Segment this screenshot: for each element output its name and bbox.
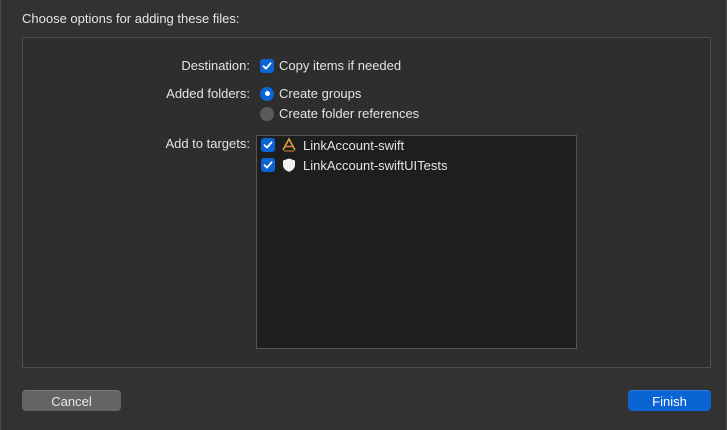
target-label: LinkAccount-swift <box>303 137 405 153</box>
target-row-linkaccount-swift[interactable]: LinkAccount-swift <box>261 137 404 153</box>
dialog-title: Choose options for adding these files: <box>22 11 240 26</box>
finish-button[interactable]: Finish <box>628 390 711 411</box>
target-label: LinkAccount-swiftUITests <box>303 157 448 173</box>
create-groups-label: Create groups <box>279 86 362 101</box>
target-checkbox[interactable] <box>261 158 275 172</box>
target-checkbox[interactable] <box>261 138 275 152</box>
copy-items-checkbox[interactable] <box>260 58 274 73</box>
create-folder-references-radio[interactable] <box>260 106 274 121</box>
create-folder-references-label: Create folder references <box>279 106 420 121</box>
checkmark-icon <box>263 161 273 169</box>
copy-items-label: Copy items if needed <box>279 58 402 73</box>
target-row-linkaccount-swiftuitests[interactable]: LinkAccount-swiftUITests <box>261 157 448 173</box>
added-folders-label: Added folders: <box>166 86 250 101</box>
copy-items-option[interactable]: Copy items if needed <box>260 58 401 73</box>
app-target-icon <box>281 137 297 153</box>
targets-list[interactable]: LinkAccount-swift LinkAccount-swiftUITes… <box>256 135 577 349</box>
add-files-sheet: Choose options for adding these files: D… <box>0 0 727 430</box>
checkmark-icon <box>263 141 273 149</box>
add-to-targets-label: Add to targets: <box>165 136 250 151</box>
test-target-icon <box>281 157 297 173</box>
cancel-button[interactable]: Cancel <box>22 390 121 411</box>
create-groups-option[interactable]: Create groups <box>260 86 361 101</box>
checkmark-icon <box>262 61 272 69</box>
destination-label: Destination: <box>181 58 250 73</box>
create-groups-radio[interactable] <box>260 86 274 101</box>
create-folder-references-option[interactable]: Create folder references <box>260 106 419 121</box>
